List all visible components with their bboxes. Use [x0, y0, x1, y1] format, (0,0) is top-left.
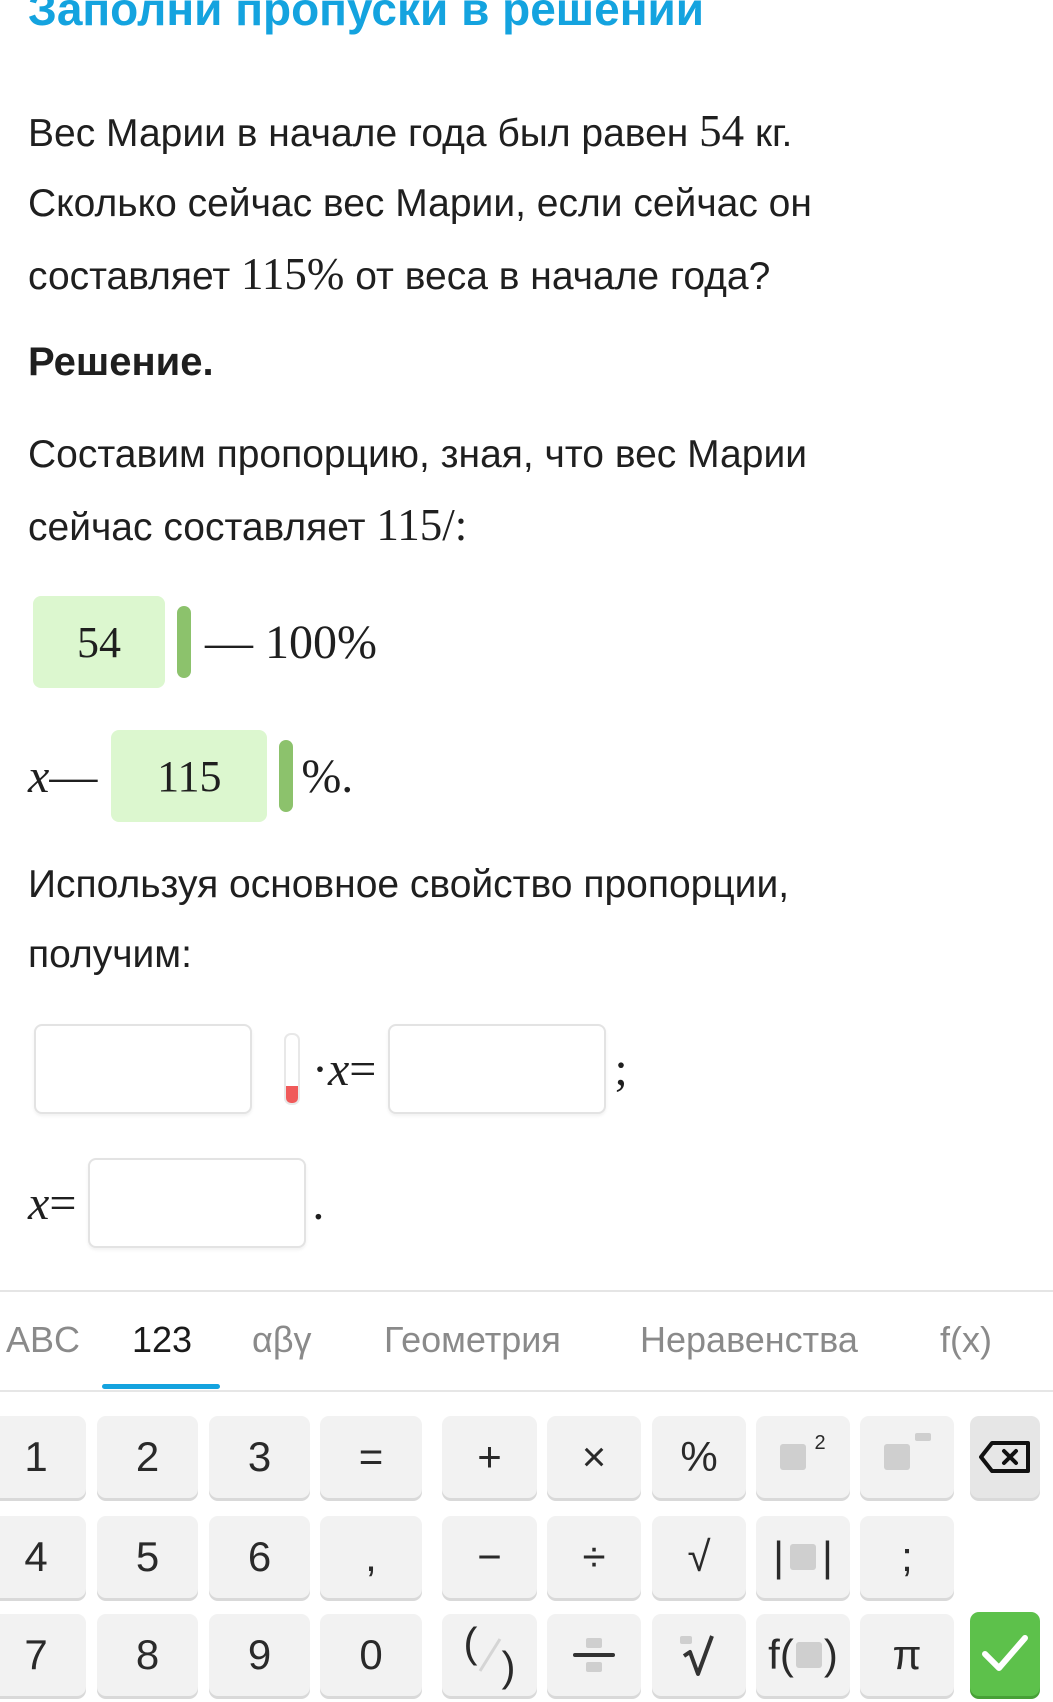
step1-line1: Составим пропорцию, зная, что вес Марии [28, 433, 808, 476]
tab-inequalities[interactable]: Неравенства [640, 1292, 858, 1388]
keyboard-tabs: ABC 123 αβγ Геометрия Неравенства f(x) [0, 1292, 1053, 1388]
fraction-icon [573, 1638, 615, 1672]
step2-text: Используя основное свойство пропорции, п… [28, 850, 1018, 990]
key-divide[interactable]: ÷ [547, 1516, 641, 1598]
correct-marker [279, 740, 294, 812]
answer-field-115[interactable]: 115 [111, 730, 268, 822]
key-4[interactable]: 4 [0, 1516, 86, 1598]
key-9[interactable]: 9 [209, 1614, 310, 1696]
key-0[interactable]: 0 [320, 1614, 422, 1696]
key-6[interactable]: 6 [209, 1516, 310, 1598]
key-fraction[interactable] [547, 1614, 641, 1696]
key-power[interactable] [860, 1416, 954, 1498]
placeholder-square-icon [795, 1642, 822, 1668]
function-prefix: f( [768, 1631, 794, 1678]
abs-bar-left: | [773, 1533, 784, 1580]
key-5[interactable]: 5 [97, 1516, 198, 1598]
active-input-marker [284, 1033, 300, 1105]
problem-percent: 115% [241, 249, 345, 299]
key-minus[interactable]: − [442, 1516, 537, 1598]
key-8[interactable]: 8 [97, 1614, 198, 1696]
answer-input-1[interactable] [34, 1024, 252, 1114]
key-3[interactable]: 3 [209, 1416, 310, 1498]
step1-line2: сейчас составляет [28, 506, 377, 549]
problem-line2-text: Сколько сейчас вес Марии, если сейчас он [28, 182, 812, 225]
problem-line1-unit: кг. [744, 112, 793, 155]
tabs-divider [0, 1390, 1053, 1392]
problem-initial-weight: 54 [699, 106, 745, 156]
equation-row: · x = ; [34, 1024, 628, 1114]
placeholder-square-icon [883, 1444, 910, 1470]
key-7[interactable]: 7 [0, 1614, 86, 1696]
solution-title: Решение. [28, 340, 214, 384]
result-var-x: x [28, 1176, 50, 1230]
task-heading: Заполни пропуски в решении [28, 0, 705, 35]
problem-line3-tail: от веса в начале года? [344, 255, 771, 298]
key-equals[interactable]: = [320, 1416, 422, 1498]
key-percent[interactable]: % [652, 1416, 746, 1498]
placeholder-square-icon [790, 1544, 816, 1570]
tab-functions[interactable]: f(x) [940, 1292, 992, 1388]
key-comma[interactable]: , [320, 1516, 422, 1598]
square-exponent: 2 [814, 1431, 826, 1454]
key-backspace[interactable] [970, 1416, 1040, 1498]
tab-123[interactable]: 123 [132, 1292, 192, 1388]
proportion-var-x: x [28, 749, 50, 803]
paren-open: ( [463, 1619, 478, 1666]
problem-text: Вес Марии в начале года был равен 54 кг.… [28, 96, 1018, 312]
step2-line1: Используя основное свойство пропорции, [28, 863, 790, 906]
key-function[interactable]: f() [756, 1614, 850, 1696]
key-multiply[interactable]: × [547, 1416, 641, 1498]
check-icon [982, 1635, 1028, 1671]
tab-geometry[interactable]: Геометрия [384, 1292, 561, 1388]
active-tab-indicator [102, 1384, 220, 1389]
proportion-dash: — [49, 749, 98, 803]
key-semicolon[interactable]: ; [860, 1516, 954, 1598]
step2-line2: получим: [28, 933, 192, 976]
nth-root-icon [680, 1635, 714, 1676]
backspace-icon [979, 1441, 1030, 1473]
key-nth-root[interactable] [652, 1614, 746, 1696]
proportion-row-1: 54 — 100% [33, 596, 377, 688]
key-1[interactable]: 1 [0, 1416, 86, 1498]
key-pi[interactable]: π [860, 1614, 954, 1696]
proportion-row1-tail: — 100% [205, 615, 377, 669]
key-2[interactable]: 2 [97, 1416, 198, 1498]
result-row: x = . [28, 1158, 324, 1248]
problem-line1-text: Вес Марии в начале года был равен [28, 112, 700, 155]
key-square[interactable]: 2 [756, 1416, 850, 1498]
equation-var-x: x [327, 1042, 350, 1096]
exponent-placeholder-icon [914, 1433, 931, 1441]
slash-divider-icon [478, 1638, 501, 1672]
proportion-row-2: x — 115 %. [28, 730, 353, 822]
key-enter[interactable]: ✓ [970, 1612, 1040, 1696]
function-suffix: ) [823, 1631, 838, 1678]
key-plus[interactable]: + [442, 1416, 537, 1498]
multiply-dot: · [312, 1042, 328, 1096]
equation-equals: = [349, 1042, 377, 1096]
tab-greek[interactable]: αβγ [252, 1292, 312, 1388]
answer-input-3[interactable] [88, 1158, 307, 1248]
abs-bar-right: | [822, 1533, 833, 1580]
result-equals: = [49, 1176, 77, 1230]
tab-abc[interactable]: ABC [6, 1292, 80, 1388]
correct-marker [177, 606, 191, 678]
answer-field-54[interactable]: 54 [33, 596, 165, 688]
problem-line3-text: составляет [28, 255, 242, 298]
proportion-row2-tail: %. [301, 749, 354, 803]
paren-close: ) [501, 1643, 516, 1690]
step1-math: 115/: [376, 500, 468, 550]
answer-input-2[interactable] [388, 1024, 607, 1114]
step1-text: Составим пропорцию, зная, что вес Марии … [28, 420, 1018, 563]
key-sqrt[interactable]: √ [652, 1516, 746, 1598]
placeholder-square-icon [780, 1444, 807, 1470]
equation-semicolon: ; [614, 1042, 628, 1096]
result-period: . [312, 1176, 325, 1230]
key-parentheses[interactable]: ( ) [442, 1614, 537, 1696]
key-abs[interactable]: | | [756, 1516, 850, 1598]
